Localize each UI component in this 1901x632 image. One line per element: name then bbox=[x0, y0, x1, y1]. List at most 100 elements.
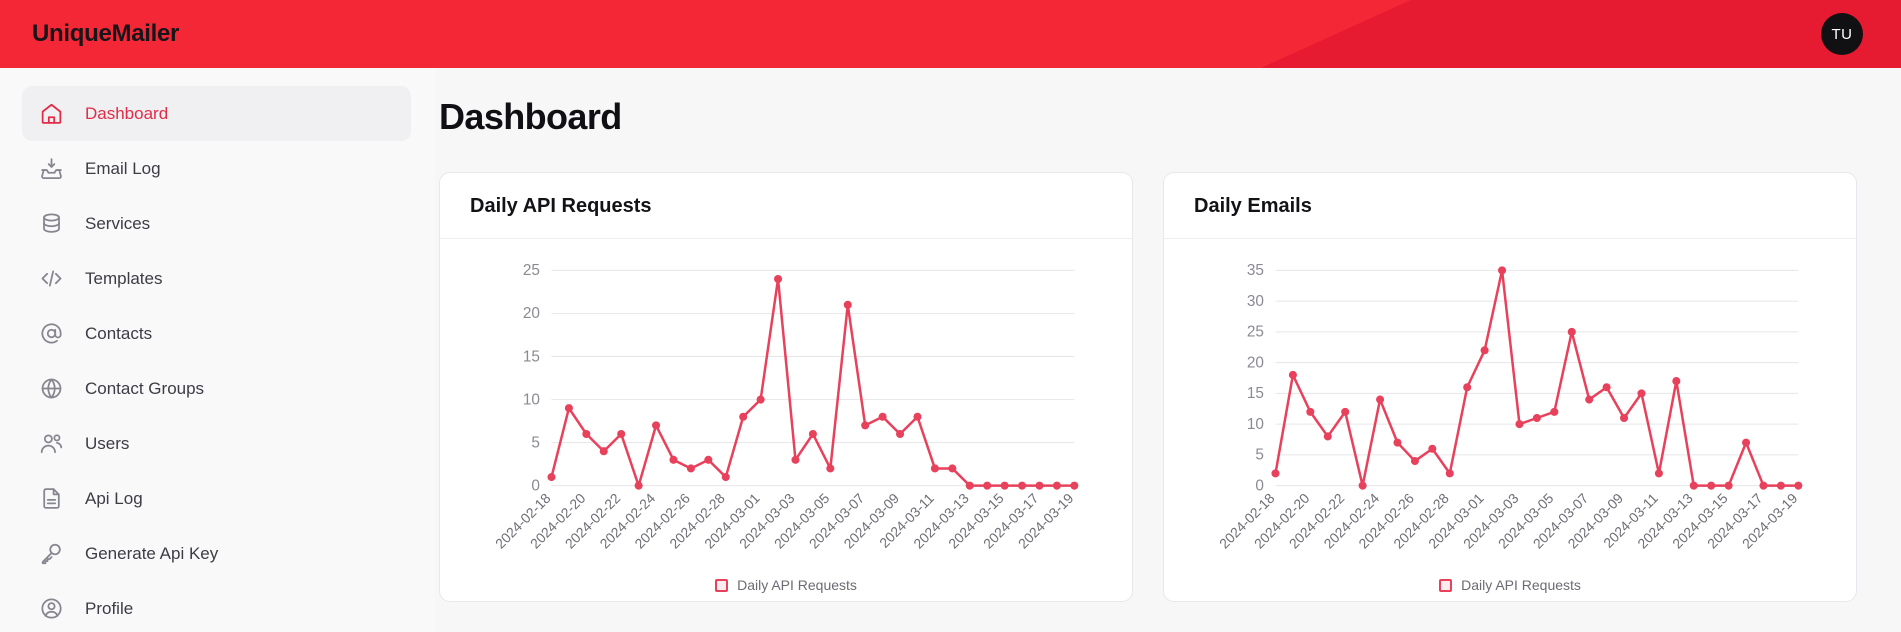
sidebar-item-contacts[interactable]: Contacts bbox=[22, 306, 411, 361]
data-point[interactable] bbox=[1410, 457, 1419, 466]
data-point[interactable] bbox=[1602, 383, 1611, 392]
sidebar-item-api-log[interactable]: Api Log bbox=[22, 471, 411, 526]
data-point[interactable] bbox=[1620, 413, 1629, 423]
sidebar-item-generate-api-key[interactable]: Generate Api Key bbox=[22, 526, 411, 581]
data-point[interactable] bbox=[983, 481, 992, 490]
sidebar-item-profile[interactable]: Profile bbox=[22, 581, 411, 632]
sidebar-item-templates[interactable]: Templates bbox=[22, 251, 411, 306]
data-point[interactable] bbox=[1759, 481, 1768, 490]
data-point[interactable] bbox=[1306, 407, 1315, 416]
sidebar-item-label: Templates bbox=[85, 268, 163, 288]
chart-plot-area: 0 5 10 15 20 25 30 35 2024-02-18 2024-02-20 2024-0… bbox=[1178, 255, 1842, 601]
sidebar-item-users[interactable]: Users bbox=[22, 416, 411, 471]
at-sign-icon bbox=[39, 321, 64, 346]
sidebar-item-label: Services bbox=[85, 213, 151, 233]
data-point[interactable] bbox=[1672, 377, 1681, 386]
data-point[interactable] bbox=[1724, 481, 1733, 490]
data-point[interactable] bbox=[791, 455, 800, 464]
data-point[interactable] bbox=[1707, 481, 1716, 490]
data-point[interactable] bbox=[1376, 395, 1385, 404]
data-point[interactable] bbox=[1035, 481, 1044, 490]
data-point[interactable] bbox=[1550, 407, 1559, 416]
y-axis-tick-label: 10 bbox=[523, 391, 540, 408]
data-point[interactable] bbox=[1323, 432, 1332, 441]
data-point[interactable] bbox=[1341, 407, 1350, 416]
chart-card: Daily Emails 0 5 10 15 20 25 30 35 2024-02-18 2024… bbox=[1163, 172, 1857, 602]
sidebar-item-label: Api Log bbox=[85, 488, 143, 508]
data-point[interactable] bbox=[1742, 438, 1751, 447]
data-point[interactable] bbox=[1393, 438, 1402, 447]
data-point[interactable] bbox=[1480, 346, 1489, 355]
data-point[interactable] bbox=[1654, 469, 1663, 478]
inbox-icon bbox=[39, 156, 64, 181]
data-point[interactable] bbox=[774, 274, 783, 284]
data-point[interactable] bbox=[826, 464, 835, 473]
legend-label[interactable]: Daily API Requests bbox=[737, 577, 857, 593]
data-point[interactable] bbox=[634, 481, 643, 490]
data-point[interactable] bbox=[617, 429, 626, 439]
data-point[interactable] bbox=[843, 300, 852, 309]
data-point[interactable] bbox=[965, 481, 974, 490]
data-point[interactable] bbox=[1498, 266, 1507, 275]
data-point[interactable] bbox=[1288, 370, 1297, 379]
data-point[interactable] bbox=[756, 395, 765, 404]
database-icon bbox=[39, 211, 64, 236]
chart-legend: Daily API Requests bbox=[440, 577, 1132, 593]
data-point[interactable] bbox=[1000, 481, 1009, 490]
data-point[interactable] bbox=[547, 473, 556, 482]
data-point[interactable] bbox=[1463, 383, 1472, 392]
globe-icon bbox=[39, 376, 64, 401]
data-point[interactable] bbox=[1567, 327, 1576, 336]
sidebar-item-services[interactable]: Services bbox=[22, 196, 411, 251]
data-point[interactable] bbox=[1515, 420, 1524, 429]
user-circle-icon bbox=[39, 596, 64, 621]
legend-label[interactable]: Daily API Requests bbox=[1461, 577, 1581, 593]
data-point[interactable] bbox=[1428, 444, 1437, 453]
sidebar-item-contact-groups[interactable]: Contact Groups bbox=[22, 361, 411, 416]
data-point[interactable] bbox=[721, 473, 730, 482]
data-point[interactable] bbox=[1585, 395, 1594, 404]
data-point[interactable] bbox=[808, 429, 817, 439]
avatar[interactable]: TU bbox=[1821, 13, 1863, 55]
data-point[interactable] bbox=[1052, 481, 1061, 490]
data-point[interactable] bbox=[1445, 469, 1454, 478]
sidebar-item-label: Contact Groups bbox=[85, 378, 205, 398]
data-point[interactable] bbox=[599, 447, 608, 456]
data-point[interactable] bbox=[948, 464, 957, 473]
data-point[interactable] bbox=[652, 421, 661, 430]
data-point[interactable] bbox=[896, 429, 905, 439]
data-point[interactable] bbox=[686, 464, 695, 473]
data-point[interactable] bbox=[582, 429, 591, 439]
line-chart-1: 051015202530352024-02-182024-02-202024-0… bbox=[1216, 262, 1803, 552]
sidebar: Dashboard Email Log Services Templates Conta… bbox=[0, 68, 435, 632]
data-point[interactable] bbox=[1018, 481, 1027, 490]
data-point[interactable] bbox=[1532, 413, 1541, 423]
sidebar-item-dashboard[interactable]: Dashboard bbox=[22, 86, 411, 141]
data-point[interactable] bbox=[1689, 481, 1698, 490]
legend-swatch-icon[interactable] bbox=[1439, 578, 1453, 592]
y-axis-tick-label: 25 bbox=[1247, 324, 1264, 341]
data-point[interactable] bbox=[1794, 481, 1803, 490]
data-point[interactable] bbox=[1271, 469, 1280, 478]
data-point[interactable] bbox=[1070, 481, 1079, 490]
y-axis-tick-label: 20 bbox=[1247, 354, 1264, 371]
chart-plot-area: 0 5 10 15 20 25 2024-02-18 2024-02-20 2024-02-22… bbox=[454, 255, 1118, 601]
data-point[interactable] bbox=[669, 455, 678, 464]
data-point[interactable] bbox=[1776, 481, 1785, 490]
data-point[interactable] bbox=[930, 464, 939, 473]
data-point[interactable] bbox=[1637, 389, 1646, 398]
data-point[interactable] bbox=[878, 412, 887, 421]
y-axis-tick-label: 25 bbox=[523, 262, 540, 279]
y-axis-tick-label: 35 bbox=[1247, 262, 1264, 279]
data-point[interactable] bbox=[564, 404, 573, 413]
data-point[interactable] bbox=[913, 412, 922, 421]
sidebar-item-email-log[interactable]: Email Log bbox=[22, 141, 411, 196]
data-point[interactable] bbox=[739, 412, 748, 421]
y-axis-tick-label: 0 bbox=[1255, 477, 1264, 494]
app-logo[interactable]: UniqueMailer bbox=[0, 20, 179, 48]
legend-swatch-icon[interactable] bbox=[715, 578, 729, 592]
data-point[interactable] bbox=[861, 421, 870, 430]
line-chart-0: 05101520252024-02-182024-02-202024-02-22… bbox=[492, 262, 1079, 552]
data-point[interactable] bbox=[704, 455, 713, 464]
data-point[interactable] bbox=[1358, 481, 1367, 490]
